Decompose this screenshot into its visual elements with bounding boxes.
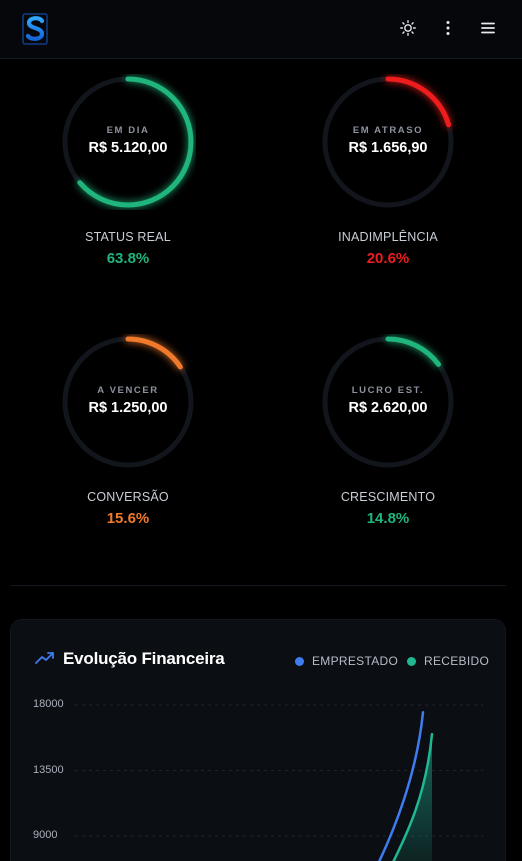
ring-amount: R$ 5.120,00 (88, 140, 168, 156)
gauge-a-vencer: A VENCER R$ 1.250,00 CONVERSÃO 15.6% (10, 322, 270, 582)
line-chart (75, 704, 483, 861)
metric-percent: 20.6% (366, 250, 410, 267)
metric-label: INADIMPLÊNCIA (338, 230, 438, 244)
y-tick-label: 13500 (33, 764, 64, 776)
metric-label: CONVERSÃO (87, 490, 169, 504)
y-tick-label: 18000 (33, 698, 64, 710)
metric-percent: 15.6% (106, 510, 150, 527)
ring-label: EM DIA (106, 125, 150, 136)
ring-amount: R$ 1.656,90 (348, 140, 428, 156)
metric-label: CRESCIMENTO (340, 490, 436, 504)
more-options-button[interactable] (436, 16, 460, 40)
gauge-lucro-est: LUCRO EST. R$ 2.620,00 CRESCIMENTO 14.8% (270, 322, 522, 582)
y-tick-label: 9000 (33, 829, 58, 841)
gauge-em-atraso: EM ATRASO R$ 1.656,90 INADIMPLÊNCIA 20.6… (270, 62, 522, 322)
ring-label: LUCRO EST. (351, 385, 425, 396)
ring-label: EM ATRASO (352, 125, 424, 136)
area-recebido (393, 734, 432, 861)
ring-amount: R$ 1.250,00 (88, 400, 168, 416)
ring-label: A VENCER (97, 385, 159, 396)
metric-percent: 63.8% (106, 250, 150, 267)
top-app-bar (0, 0, 522, 59)
hamburger-menu-icon (481, 22, 495, 34)
theme-toggle-button[interactable] (396, 16, 420, 40)
section-divider (10, 585, 506, 586)
menu-button[interactable] (476, 16, 500, 40)
metric-label: STATUS REAL (85, 230, 171, 244)
metric-percent: 14.8% (366, 510, 410, 527)
financial-evolution-card: Evolução Financeira EMPRESTADO RECEBIDO … (10, 619, 506, 861)
ring-amount: R$ 2.620,00 (348, 400, 428, 416)
gauge-em-dia: EM DIA R$ 5.120,00 STATUS REAL 63.8% (10, 62, 270, 322)
vertical-dots-icon (446, 21, 450, 35)
sun-icon (400, 20, 416, 36)
dollar-s-logo-icon[interactable] (20, 11, 50, 47)
